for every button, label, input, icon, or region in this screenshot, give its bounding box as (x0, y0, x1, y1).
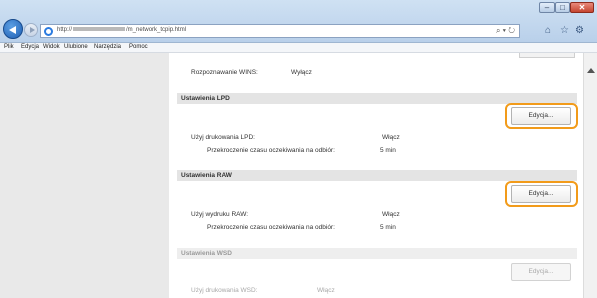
redacted-host (73, 27, 126, 32)
forward-button[interactable] (24, 23, 38, 37)
address-bar[interactable]: http:///m_network_tcpip.html ⌕ ▾ ↻ (40, 24, 520, 38)
menu-widok[interactable]: Widok (43, 44, 60, 50)
raw-edit-button[interactable]: Edycja... (511, 185, 571, 203)
menu-narzedzia[interactable]: Narzędzia (94, 44, 121, 50)
menu-bar: Plik Edycja Widok Ulubione Narzędzia Pom… (0, 43, 597, 53)
raw-timeout-label: Przekroczenie czasu oczekiwania na odbió… (207, 224, 335, 231)
wsd-use-value: Włącz (317, 287, 335, 294)
wins-label: Rozpoznawanie WINS: (191, 69, 258, 76)
raw-use-value: Włącz (382, 211, 400, 218)
maximize-button[interactable]: □ (555, 2, 570, 13)
lpd-edit-button[interactable]: Edycja... (511, 107, 571, 125)
wsd-use-label: Użyj drukowania WSD: (191, 287, 258, 294)
browser-titlebar: – □ ✕ http:///m_network_tcpip.html ⌕ ▾ ↻… (0, 0, 597, 43)
raw-section-header: Ustawienia RAW (177, 170, 577, 181)
menu-plik[interactable]: Plik (4, 44, 14, 50)
favorites-icon[interactable]: ☆ (560, 25, 569, 37)
previous-edit-button-partial[interactable] (519, 53, 575, 58)
lpd-use-label: Użyj drukowania LPD: (191, 134, 255, 141)
ie-page-icon (44, 27, 53, 36)
settings-gear-icon[interactable]: ⚙ (575, 25, 584, 37)
raw-use-label: Użyj wydruku RAW: (191, 211, 249, 218)
menu-ulubione[interactable]: Ulubione (64, 44, 88, 50)
minimize-button[interactable]: – (539, 2, 555, 13)
wsd-edit-button[interactable]: Edycja... (511, 263, 571, 281)
wins-value: Wyłącz (291, 69, 312, 76)
lpd-timeout-label: Przekroczenie czasu oczekiwania na odbió… (207, 147, 335, 154)
close-button[interactable]: ✕ (570, 2, 594, 13)
url-text: http:///m_network_tcpip.html (57, 27, 187, 33)
back-button[interactable] (3, 19, 23, 39)
raw-timeout-value: 5 min (380, 224, 396, 231)
menu-edycja[interactable]: Edycja (21, 44, 39, 50)
lpd-use-value: Włącz (382, 134, 400, 141)
maximize-icon: □ (560, 3, 565, 12)
wsd-section-header: Ustawienia WSD (177, 248, 577, 259)
scroll-up-arrow-icon[interactable] (587, 68, 595, 73)
minimize-icon: – (544, 3, 550, 12)
lpd-timeout-value: 5 min (380, 147, 396, 154)
menu-pomoc[interactable]: Pomoc (129, 44, 148, 50)
left-navigation-panel (0, 53, 169, 298)
home-icon[interactable]: ⌂ (545, 25, 551, 37)
settings-content: Rozpoznawanie WINS: Wyłącz Ustawienia LP… (169, 53, 583, 298)
close-icon: ✕ (578, 3, 586, 12)
address-tools[interactable]: ⌕ ▾ ↻ (496, 26, 515, 36)
vertical-scrollbar[interactable] (583, 53, 597, 298)
